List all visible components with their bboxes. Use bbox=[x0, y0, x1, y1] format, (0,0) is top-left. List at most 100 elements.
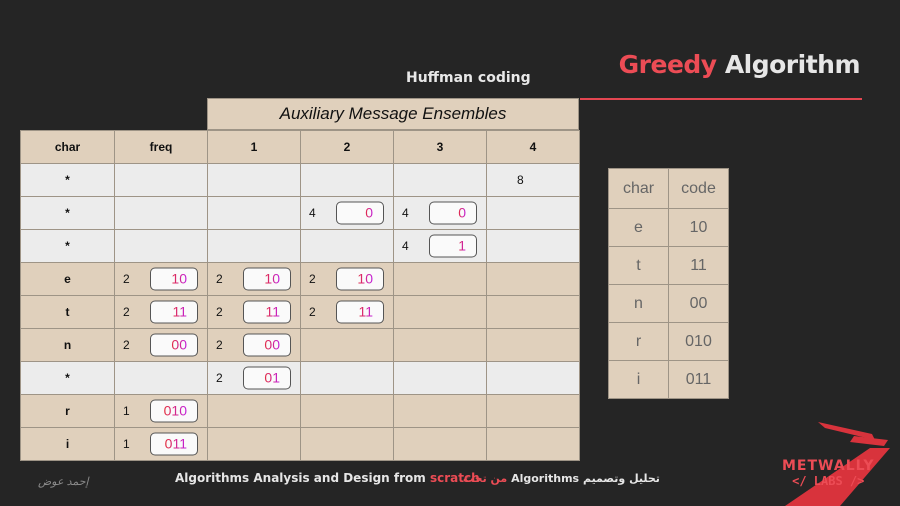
column-header-0: char bbox=[20, 130, 115, 164]
code-box: 00 bbox=[243, 333, 291, 357]
code-box: 0 bbox=[336, 201, 384, 225]
table-cell bbox=[207, 229, 301, 263]
title-accent: Greedy bbox=[618, 50, 717, 79]
table-cell bbox=[486, 394, 580, 428]
table-cell bbox=[300, 163, 394, 197]
row-char: * bbox=[20, 196, 115, 230]
table-cell bbox=[486, 262, 580, 296]
code-table-char: i bbox=[608, 360, 669, 399]
code-box: 01 bbox=[243, 366, 291, 390]
code-box: 00 bbox=[150, 333, 198, 357]
slide-subtitle: Huffman coding bbox=[406, 70, 531, 86]
table-cell: 2 00 bbox=[207, 328, 301, 362]
frequency-value: 4 bbox=[402, 239, 409, 253]
course-title-arabic: تحليل وتصميم Algorithms من تحت bbox=[463, 472, 660, 485]
table-cell: 2 11 bbox=[300, 295, 394, 329]
frequency-value: 2 bbox=[216, 371, 223, 385]
table-cell bbox=[393, 295, 487, 329]
table-cell: 2 00 bbox=[114, 328, 208, 362]
logo-line-1: METWALLY bbox=[782, 458, 875, 474]
code-box: 10 bbox=[336, 267, 384, 291]
frequency-value: 4 bbox=[402, 206, 409, 220]
column-header-1: freq bbox=[114, 130, 208, 164]
code-value: 00 bbox=[171, 336, 187, 353]
code-table-header-row: char code bbox=[608, 168, 729, 209]
table-cell bbox=[486, 196, 580, 230]
table-cell: 2 11 bbox=[207, 295, 301, 329]
table-cell: 2 10 bbox=[300, 262, 394, 296]
column-header-3: 2 bbox=[300, 130, 394, 164]
table-cell: 40 bbox=[300, 196, 394, 230]
frequency-value: 4 bbox=[309, 206, 316, 220]
code-value: 01 bbox=[264, 369, 280, 386]
code-value: 010 bbox=[163, 402, 187, 419]
code-table-char: r bbox=[608, 322, 669, 361]
row-char: t bbox=[20, 295, 115, 329]
code-box: 1 bbox=[429, 234, 477, 258]
table-cell bbox=[486, 328, 580, 362]
frequency-value: 1 bbox=[123, 437, 130, 451]
table-cell: 2 01 bbox=[207, 361, 301, 395]
code-table-char: e bbox=[608, 208, 669, 247]
table-cell bbox=[393, 163, 487, 197]
table-cell: 40 bbox=[393, 196, 487, 230]
column-header-4: 3 bbox=[393, 130, 487, 164]
title-divider bbox=[580, 98, 862, 100]
row-char: * bbox=[20, 163, 115, 197]
frequency-value: 2 bbox=[123, 305, 130, 319]
column-header-5: 4 bbox=[486, 130, 580, 164]
table-cell bbox=[393, 394, 487, 428]
code-box: 11 bbox=[336, 300, 384, 324]
table-row: i 1 011 bbox=[20, 427, 580, 461]
table-cell bbox=[114, 229, 208, 263]
table-cell: 41 bbox=[393, 229, 487, 263]
code-value: 11 bbox=[358, 303, 373, 320]
frequency-value: 2 bbox=[216, 272, 223, 286]
frequency-value: 8 bbox=[517, 173, 524, 187]
column-header-2: 1 bbox=[207, 130, 301, 164]
slide-title: Greedy Algorithm bbox=[618, 50, 861, 79]
frequency-value: 2 bbox=[123, 272, 130, 286]
code-table-row: t 11 bbox=[608, 246, 729, 285]
table-cell: 1 010 bbox=[114, 394, 208, 428]
table-cell bbox=[114, 361, 208, 395]
row-char: * bbox=[20, 361, 115, 395]
row-char: r bbox=[20, 394, 115, 428]
huffman-table: char freq 1 2 3 4 * 8 * 4 0 4 0 * 4 1 e 2 10 2 10 2 10 t 2 11 2 11… bbox=[20, 130, 580, 461]
table-cell bbox=[114, 196, 208, 230]
code-table-code: 010 bbox=[668, 322, 729, 361]
frequency-value: 2 bbox=[216, 305, 223, 319]
frequency-value: 2 bbox=[309, 305, 316, 319]
table-cell: 1 011 bbox=[114, 427, 208, 461]
code-table-row: e 10 bbox=[608, 208, 729, 247]
table-cell bbox=[300, 328, 394, 362]
table-cell bbox=[486, 427, 580, 461]
code-value: 1 bbox=[458, 237, 466, 254]
table-cell bbox=[207, 196, 301, 230]
code-value: 0 bbox=[365, 204, 373, 221]
table-row: * 8 bbox=[20, 163, 580, 197]
course-arabic-accent: من تحت bbox=[463, 472, 508, 485]
table-cell bbox=[300, 394, 394, 428]
logo-line-2: </ LABS /> bbox=[792, 474, 865, 488]
table-cell bbox=[393, 262, 487, 296]
table-row: * 4 1 bbox=[20, 229, 580, 263]
code-table-code: 00 bbox=[668, 284, 729, 323]
row-char: e bbox=[20, 262, 115, 296]
course-title-prefix: Algorithms Analysis and Design from bbox=[175, 471, 426, 485]
signature: إحمد عوض bbox=[38, 476, 89, 488]
code-table-row: r 010 bbox=[608, 322, 729, 361]
table-cell bbox=[486, 295, 580, 329]
table-cell bbox=[114, 163, 208, 197]
code-box: 011 bbox=[150, 432, 198, 456]
code-box: 10 bbox=[243, 267, 291, 291]
table-row: e 2 10 2 10 2 10 bbox=[20, 262, 580, 296]
code-table-header-char: char bbox=[608, 168, 669, 209]
table-cell: 2 11 bbox=[114, 295, 208, 329]
code-table-header-code: code bbox=[668, 168, 729, 209]
table-cell bbox=[300, 229, 394, 263]
table-cell bbox=[393, 328, 487, 362]
code-box: 10 bbox=[150, 267, 198, 291]
code-table-code: 011 bbox=[668, 360, 729, 399]
table-cell: 2 10 bbox=[207, 262, 301, 296]
